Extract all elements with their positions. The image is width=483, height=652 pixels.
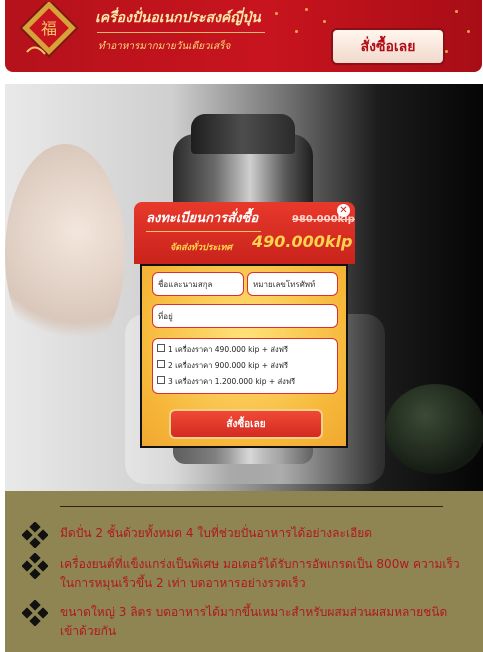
sale-price: 490.000klp <box>252 232 353 251</box>
checkbox-icon[interactable] <box>157 344 165 352</box>
option-2[interactable]: 2 เครื่องราคา 900.000 kip + ส่งฟรี <box>157 360 288 372</box>
features-section: มีดปั่น 2 ชั้นด้วยทั้งหมด 4 ใบที่ช่วยปั่… <box>5 491 483 652</box>
top-banner: 福 เครื่องปั่นอเนกประสงค์ญี่ปุ่น ทำอาหารม… <box>5 0 482 72</box>
header-divider <box>146 231 261 232</box>
package-options: 1 เครื่องราคา 490.000 kip + ส่งฟรี 2 เคร… <box>152 338 338 394</box>
order-form-body: ชื่อและนามสกุล หมายเลขโทรศัพท์ ที่อยู่ 1… <box>140 264 348 448</box>
feature-item: มีดปั่น 2 ชั้นด้วยทั้งหมด 4 ใบที่ช่วยปั่… <box>60 526 373 540</box>
feature-item: ขนาดใหญ่ 3 ลิตร บดอาหารได้มากขึ้นเหมาะสำ… <box>60 605 448 638</box>
order-form: ลงทะเบียนการสั่งซื้อ 980.000kip ✕ จัดส่ง… <box>134 202 355 450</box>
address-field[interactable]: ที่อยู่ <box>152 304 338 328</box>
order-form-title: ลงทะเบียนการสั่งซื้อ <box>146 211 259 226</box>
option-label: 2 เครื่องราคา 900.000 kip + ส่งฟรี <box>168 361 288 370</box>
banner-divider <box>97 32 265 33</box>
svg-text:福: 福 <box>41 19 57 38</box>
diamond-bullet-icon <box>22 522 48 548</box>
checkbox-icon[interactable] <box>157 376 165 384</box>
submit-order-button[interactable]: สั่งซื้อเลย <box>169 409 323 439</box>
feature-item: เครื่องยนต์ที่แข็งแกร่งเป็นพิเศษ มอเตอร์… <box>60 557 460 590</box>
banner-title: เครื่องปั่นอเนกประสงค์ญี่ปุ่น <box>95 10 261 26</box>
hand-image <box>5 144 125 364</box>
option-label: 1 เครื่องราคา 490.000 kip + ส่งฟรี <box>168 345 288 354</box>
pumpkin-image <box>385 384 483 474</box>
blender-lid-image <box>191 114 295 154</box>
name-field[interactable]: ชื่อและนามสกุล <box>152 272 244 296</box>
option-3[interactable]: 3 เครื่องราคา 1.200.000 kip + ส่งฟรี <box>157 376 295 388</box>
banner-subtitle: ทำอาหารมากมายวันเดียวเสร็จ <box>98 41 231 52</box>
banner-order-button[interactable]: สั่งซื้อเลย <box>331 28 445 65</box>
lucky-charm-icon: 福 <box>19 2 79 58</box>
shipping-note: จัดส่งทั่วประเทศ <box>170 243 233 253</box>
phone-field[interactable]: หมายเลขโทรศัพท์ <box>247 272 338 296</box>
features-divider <box>60 506 443 507</box>
option-1[interactable]: 1 เครื่องราคา 490.000 kip + ส่งฟรี <box>157 344 288 356</box>
checkbox-icon[interactable] <box>157 360 165 368</box>
diamond-bullet-icon <box>22 600 48 626</box>
close-icon[interactable]: ✕ <box>337 204 350 217</box>
option-label: 3 เครื่องราคา 1.200.000 kip + ส่งฟรี <box>168 377 296 386</box>
order-form-header: ลงทะเบียนการสั่งซื้อ 980.000kip ✕ จัดส่ง… <box>134 202 355 264</box>
diamond-bullet-icon <box>22 553 48 579</box>
